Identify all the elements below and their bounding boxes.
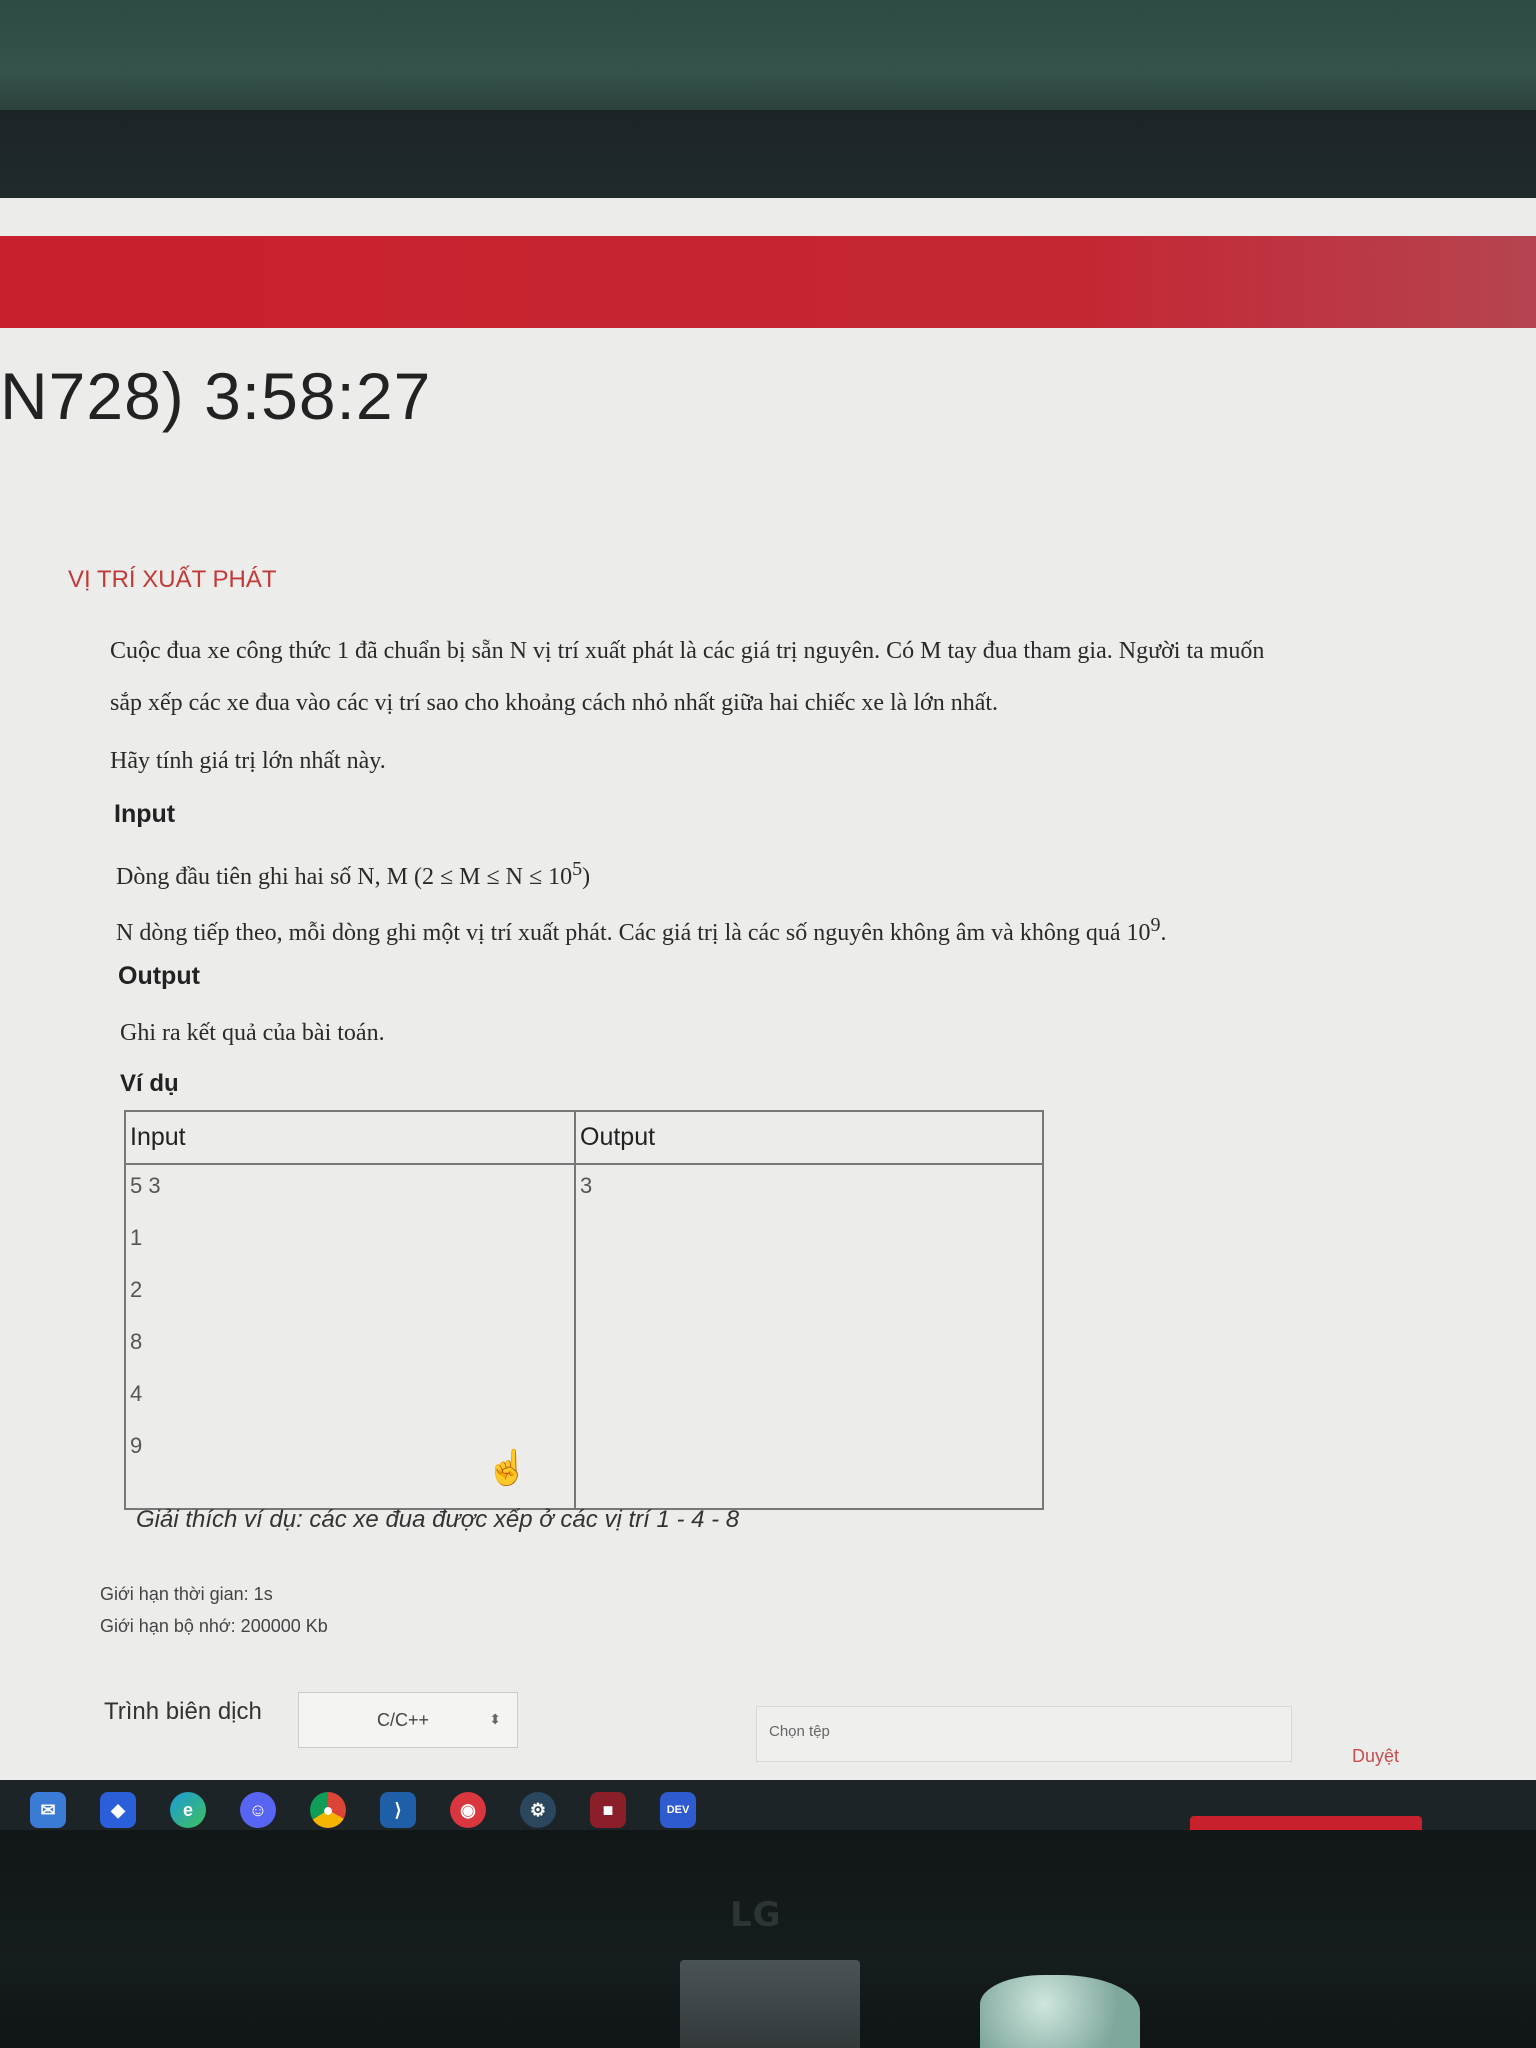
contest-timer: N728) 3:58:27	[0, 359, 432, 433]
example-heading: Ví dụ	[120, 1070, 179, 1097]
site-header-bar	[0, 236, 1536, 328]
compiler-label: Trình biên dịch	[104, 1698, 262, 1725]
input-line-1: Dòng đầu tiên ghi hai số N, M (2 ≤ M ≤ N…	[116, 858, 590, 891]
file-input[interactable]: Chọn tệp	[756, 1706, 1292, 1762]
background-wall	[0, 0, 1536, 120]
file-input-placeholder: Chọn tệp	[769, 1723, 830, 1740]
compiler-select-value: C/C++	[377, 1709, 430, 1730]
example-input-line: 1	[130, 1225, 143, 1251]
monitor-stand	[680, 1960, 860, 2048]
memory-limit: Giới hạn bộ nhớ: 200000 Kb	[100, 1616, 328, 1636]
app-icon[interactable]: ◉	[450, 1792, 486, 1828]
input-line-2: N dòng tiếp theo, mỗi dòng ghi một vị tr…	[116, 914, 1166, 947]
app-red-icon[interactable]: ■	[590, 1792, 626, 1828]
output-heading: Output	[118, 962, 200, 990]
select-arrows-icon: ⬍	[489, 1711, 501, 1727]
output-text: Ghi ra kết quả của bài toán.	[120, 1020, 385, 1046]
dropbox-icon[interactable]: ◆	[100, 1792, 136, 1828]
input-heading: Input	[114, 800, 176, 828]
browser-page: N728) 3:58:27 VỊ TRÍ XUẤT PHÁT Cuộc đua …	[0, 198, 1536, 1780]
background-object	[980, 1975, 1140, 2048]
hand-cursor-icon: ☝	[486, 1449, 529, 1487]
problem-title: VỊ TRÍ XUẤT PHÁT	[68, 566, 277, 593]
example-input-line: 5 3	[130, 1173, 161, 1199]
example-input-line: 8	[130, 1329, 143, 1355]
chrome-icon[interactable]: ●	[310, 1792, 346, 1828]
monitor-bezel-top	[0, 110, 1536, 200]
example-explanation: Giải thích ví dụ: các xe đua được xếp ở …	[136, 1506, 740, 1533]
example-data-row: 5 3 1 2 8 4 9 3	[124, 1163, 1044, 1510]
example-output-line: 3	[580, 1173, 593, 1199]
input-line-1-text: Dòng đầu tiên ghi hai số N, M (2 ≤ M ≤ N…	[116, 864, 573, 890]
mail-icon[interactable]: ✉	[30, 1792, 66, 1828]
input-line-1-suffix: )	[582, 864, 591, 890]
example-output-cell: 3	[574, 1163, 1044, 1510]
statement-line-2: sắp xếp các xe đua vào các vị trí sao ch…	[110, 690, 999, 716]
statement-line-3: Hãy tính giá trị lớn nhất này.	[110, 748, 386, 774]
input-line-2-text: N dòng tiếp theo, mỗi dòng ghi một vị tr…	[116, 920, 1151, 946]
example-input-line: 2	[130, 1277, 143, 1303]
steam-icon[interactable]: ⚙	[520, 1792, 556, 1828]
discord-icon[interactable]: ☺	[240, 1792, 276, 1828]
example-col-output: Output	[574, 1109, 1044, 1166]
taskbar-active-indicator	[1190, 1816, 1422, 1830]
dev-icon[interactable]: DEV	[660, 1792, 696, 1828]
input-line-2-exponent: 9	[1150, 914, 1161, 936]
example-table: Input Output 5 3 1 2 8 4 9 3	[124, 1109, 1044, 1510]
browse-button[interactable]: Duyệt	[1352, 1746, 1399, 1767]
vscode-icon[interactable]: ⟩	[380, 1792, 416, 1828]
input-line-1-exponent: 5	[572, 858, 583, 880]
time-limit: Giới hạn thời gian: 1s	[100, 1584, 273, 1604]
edge-icon[interactable]: e	[170, 1792, 206, 1828]
example-input-line: 4	[130, 1381, 143, 1407]
example-header-row: Input Output	[124, 1109, 1044, 1166]
example-col-input: Input	[124, 1109, 576, 1166]
statement-line-1: Cuộc đua xe công thức 1 đã chuẩn bị sẵn …	[110, 638, 1265, 664]
input-line-2-suffix: .	[1160, 920, 1167, 946]
compiler-select[interactable]: C/C++ ⬍	[298, 1692, 518, 1748]
monitor-brand-logo: LG	[730, 1895, 782, 1935]
